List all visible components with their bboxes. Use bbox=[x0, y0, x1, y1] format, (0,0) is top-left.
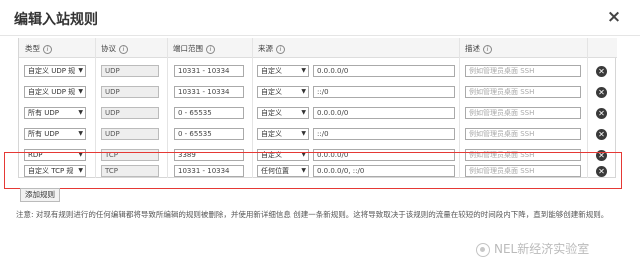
description-input[interactable]: 例如管理员桌面 SSH bbox=[465, 128, 581, 140]
chevron-down-icon: ▼ bbox=[78, 109, 83, 116]
close-icon[interactable]: × bbox=[606, 8, 622, 26]
source-type-value: 自定义 bbox=[261, 109, 282, 117]
source-type-value: 自定义 bbox=[261, 88, 282, 96]
source-input[interactable]: 0.0.0.0/0 bbox=[313, 107, 455, 119]
info-icon[interactable]: i bbox=[43, 44, 52, 54]
edit-inbound-rules-dialog: 编辑入站规则 × 类型 i 协议 i 端口范围 i 来源 i 描述 i 自定义 UDP 规… bbox=[0, 0, 640, 278]
watermark: NEL新经济实验室 bbox=[476, 240, 589, 260]
header-type: 类型 i bbox=[25, 43, 52, 54]
warning-note: 注意: 对现有规则进行的任何编辑都将导致所编辑的规则被删除，并使用新详细信息 创… bbox=[16, 210, 609, 219]
source-input[interactable]: ::/0 bbox=[313, 128, 455, 140]
port-range-input[interactable]: 10331 - 10334 bbox=[174, 65, 244, 77]
chevron-down-icon: ▼ bbox=[301, 109, 306, 116]
type-select-value: 自定义 UDP 规 bbox=[28, 88, 76, 96]
table-row: 自定义 UDP 规 ▼ UDP 10331 - 10334 自定义 ▼::/0 例如管理员桌… bbox=[19, 83, 617, 104]
header-source: 来源 i bbox=[258, 43, 285, 54]
protocol-field: UDP bbox=[101, 86, 159, 98]
type-select-value: 自定义 UDP 规 bbox=[28, 67, 76, 75]
chevron-down-icon: ▼ bbox=[78, 67, 83, 74]
delete-rule-icon[interactable]: ✕ bbox=[596, 87, 607, 98]
type-select-value: 所有 UDP bbox=[28, 130, 59, 138]
header-protocol-label: 协议 bbox=[101, 44, 116, 53]
source-input[interactable]: 0.0.0.0/0 bbox=[313, 65, 455, 77]
source-type-select[interactable]: 自定义 ▼ bbox=[257, 65, 309, 77]
info-icon[interactable]: i bbox=[119, 44, 128, 54]
header-port-range-label: 端口范围 bbox=[173, 44, 203, 53]
type-select[interactable]: 所有 UDP ▼ bbox=[24, 107, 86, 119]
header-description: 描述 i bbox=[465, 43, 492, 54]
wechat-icon bbox=[476, 242, 490, 257]
protocol-field: UDP bbox=[101, 128, 159, 140]
source-type-value: 自定义 bbox=[261, 130, 282, 138]
info-icon[interactable]: i bbox=[276, 44, 285, 54]
highlight-box bbox=[4, 152, 622, 189]
source-type-select[interactable]: 自定义 ▼ bbox=[257, 86, 309, 98]
table-row: 所有 UDP ▼ UDP 0 - 65535 自定义 ▼::/0 例如管理员桌面 SSH ✕ bbox=[19, 125, 617, 146]
info-icon[interactable]: i bbox=[206, 44, 215, 54]
type-select[interactable]: 自定义 UDP 规 ▼ bbox=[24, 86, 86, 98]
description-input[interactable]: 例如管理员桌面 SSH bbox=[465, 86, 581, 98]
table-row: 所有 UDP ▼ UDP 0 - 65535 自定义 ▼ 0.0.0.0/0 例如管理员桌面 … bbox=[19, 104, 617, 125]
chevron-down-icon: ▼ bbox=[78, 88, 83, 95]
source-input[interactable]: ::/0 bbox=[313, 86, 455, 98]
delete-rule-icon[interactable]: ✕ bbox=[596, 129, 607, 140]
source-type-value: 自定义 bbox=[261, 67, 282, 75]
type-select[interactable]: 自定义 UDP 规 ▼ bbox=[24, 65, 86, 77]
description-input[interactable]: 例如管理员桌面 SSH bbox=[465, 107, 581, 119]
port-range-input[interactable]: 0 - 65535 bbox=[174, 128, 244, 140]
port-range-input[interactable]: 10331 - 10334 bbox=[174, 86, 244, 98]
delete-rule-icon[interactable]: ✕ bbox=[596, 108, 607, 119]
delete-rule-icon[interactable]: ✕ bbox=[596, 66, 607, 77]
dialog-header: 编辑入站规则 × bbox=[0, 0, 640, 36]
type-select[interactable]: 所有 UDP ▼ bbox=[24, 128, 86, 140]
protocol-field: UDP bbox=[101, 107, 159, 119]
header-description-label: 描述 bbox=[465, 44, 480, 53]
chevron-down-icon: ▼ bbox=[301, 130, 306, 137]
table-row: 自定义 UDP 规 ▼ UDP 10331 - 10334 自定义 ▼ 0.0.0.0/0 例… bbox=[19, 62, 617, 83]
watermark-text: NEL新经济实验室 bbox=[494, 242, 590, 256]
add-rule-button[interactable]: 添加规则 bbox=[20, 188, 60, 202]
table-header: 类型 i 协议 i 端口范围 i 来源 i 描述 i bbox=[19, 38, 617, 58]
header-type-label: 类型 bbox=[25, 44, 40, 53]
header-source-label: 来源 bbox=[258, 44, 273, 53]
chevron-down-icon: ▼ bbox=[301, 67, 306, 74]
info-icon[interactable]: i bbox=[483, 44, 492, 54]
source-type-select[interactable]: 自定义 ▼ bbox=[257, 128, 309, 140]
protocol-field: UDP bbox=[101, 65, 159, 77]
type-select-value: 所有 UDP bbox=[28, 109, 59, 117]
description-input[interactable]: 例如管理员桌面 SSH bbox=[465, 65, 581, 77]
port-range-input[interactable]: 0 - 65535 bbox=[174, 107, 244, 119]
header-protocol: 协议 i bbox=[101, 43, 128, 54]
chevron-down-icon: ▼ bbox=[301, 88, 306, 95]
source-type-select[interactable]: 自定义 ▼ bbox=[257, 107, 309, 119]
dialog-title: 编辑入站规则 bbox=[14, 12, 98, 28]
chevron-down-icon: ▼ bbox=[78, 130, 83, 137]
header-port-range: 端口范围 i bbox=[173, 43, 215, 54]
